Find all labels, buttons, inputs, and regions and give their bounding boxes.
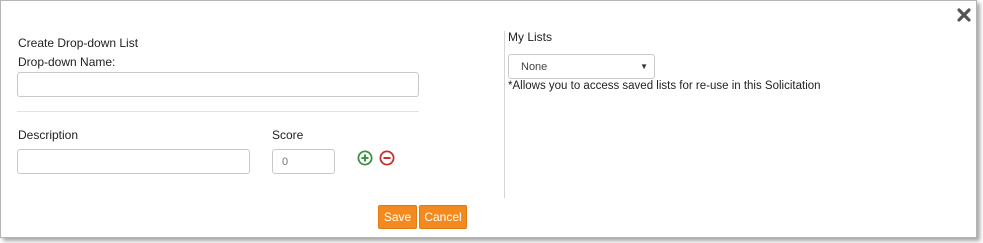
caret-down-icon: ▼ (640, 62, 648, 71)
my-lists-label: My Lists (508, 30, 553, 44)
score-input[interactable] (272, 149, 335, 174)
column-divider (504, 31, 505, 198)
section-divider (17, 111, 419, 112)
create-dropdown-dialog: Create Drop-down List Drop-down Name: De… (0, 0, 977, 238)
create-list-heading: Create Drop-down List (18, 36, 139, 50)
my-lists-select[interactable]: None ▼ (508, 54, 655, 79)
close-icon[interactable] (956, 7, 972, 23)
dropdown-name-label: Drop-down Name: (18, 55, 116, 69)
description-label: Description (18, 128, 79, 142)
dropdown-name-input[interactable] (17, 72, 419, 97)
cancel-button[interactable]: Cancel (419, 205, 467, 229)
add-row-icon[interactable] (357, 150, 373, 166)
description-input[interactable] (17, 149, 250, 174)
save-button[interactable]: Save (378, 205, 417, 229)
my-lists-hint: *Allows you to access saved lists for re… (508, 80, 821, 92)
score-label: Score (272, 128, 304, 142)
remove-row-icon[interactable] (379, 150, 395, 166)
my-lists-selected-value: None (521, 60, 548, 73)
